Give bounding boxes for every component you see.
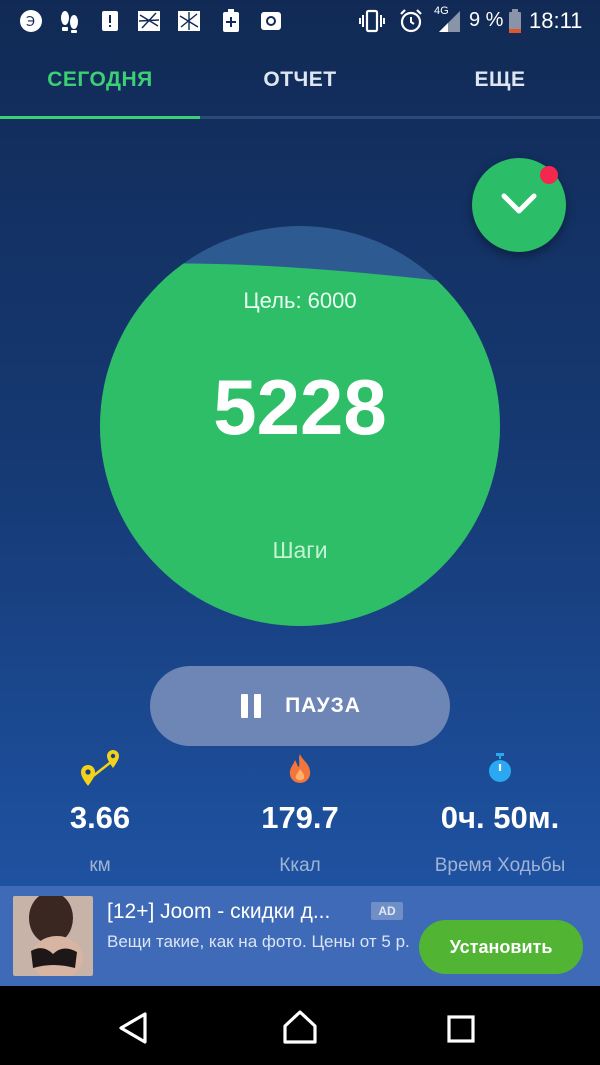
distance-value: 3.66 <box>69 800 131 835</box>
recents-icon[interactable] <box>446 1014 476 1044</box>
photo-icon <box>178 11 200 31</box>
signal-icon <box>439 11 460 32</box>
vibrate-icon <box>359 9 385 33</box>
pause-icon <box>239 694 263 718</box>
steps-label: Шаги <box>272 537 328 563</box>
flame-icon <box>289 754 311 783</box>
camera-icon <box>261 12 281 30</box>
photo-icon <box>138 11 160 31</box>
battery-plus-icon <box>223 9 239 32</box>
footsteps-icon <box>61 11 78 33</box>
ad-description[interactable]: Вещи такие, как на фото. Цены от 5 р. <box>107 931 412 953</box>
stopwatch-icon <box>489 753 511 782</box>
app-icon: Э <box>20 10 42 32</box>
route-pin-icon <box>81 750 119 786</box>
navigation-bar <box>0 986 600 1065</box>
alarm-icon <box>400 9 422 33</box>
step-count: 5228 <box>213 363 387 451</box>
calories-unit: Ккал <box>279 855 321 876</box>
ad-title[interactable]: [12+] Joom - скидки д... <box>107 900 330 924</box>
svg-text:Э: Э <box>26 15 35 30</box>
tab-underline <box>0 116 600 119</box>
pause-label: ПАУЗА <box>285 694 361 717</box>
ad-image[interactable] <box>13 896 93 976</box>
distance-unit: км <box>89 855 111 876</box>
calories-value: 179.7 <box>261 800 339 835</box>
tab-more[interactable]: ЕЩЕ <box>400 42 600 118</box>
alert-icon <box>102 11 118 31</box>
clock: 18:11 <box>529 8 583 33</box>
walk-time-label: Время Ходьбы <box>434 855 566 876</box>
battery-icon <box>509 9 521 33</box>
status-bar: Э 4G 9 % 18:11 <box>0 0 600 42</box>
tab-bar: СЕГОДНЯ ОТЧЕТ ЕЩЕ <box>0 42 600 120</box>
pause-button[interactable]: ПАУЗА <box>150 666 450 746</box>
tab-today[interactable]: СЕГОДНЯ <box>0 42 200 118</box>
walk-time-value: 0ч. 50м. <box>440 800 560 835</box>
chevron-down-icon <box>501 193 537 214</box>
ad-badge: AD <box>371 902 403 920</box>
active-tab-indicator <box>0 116 200 119</box>
battery-percent: 9 % <box>469 9 504 31</box>
step-goal: Цель: 6000 <box>243 288 357 313</box>
back-icon[interactable] <box>116 1010 150 1046</box>
notification-dot <box>540 166 558 184</box>
install-button[interactable]: Установить <box>419 920 583 974</box>
tab-report[interactable]: ОТЧЕТ <box>200 42 400 118</box>
home-icon[interactable] <box>281 1008 319 1046</box>
